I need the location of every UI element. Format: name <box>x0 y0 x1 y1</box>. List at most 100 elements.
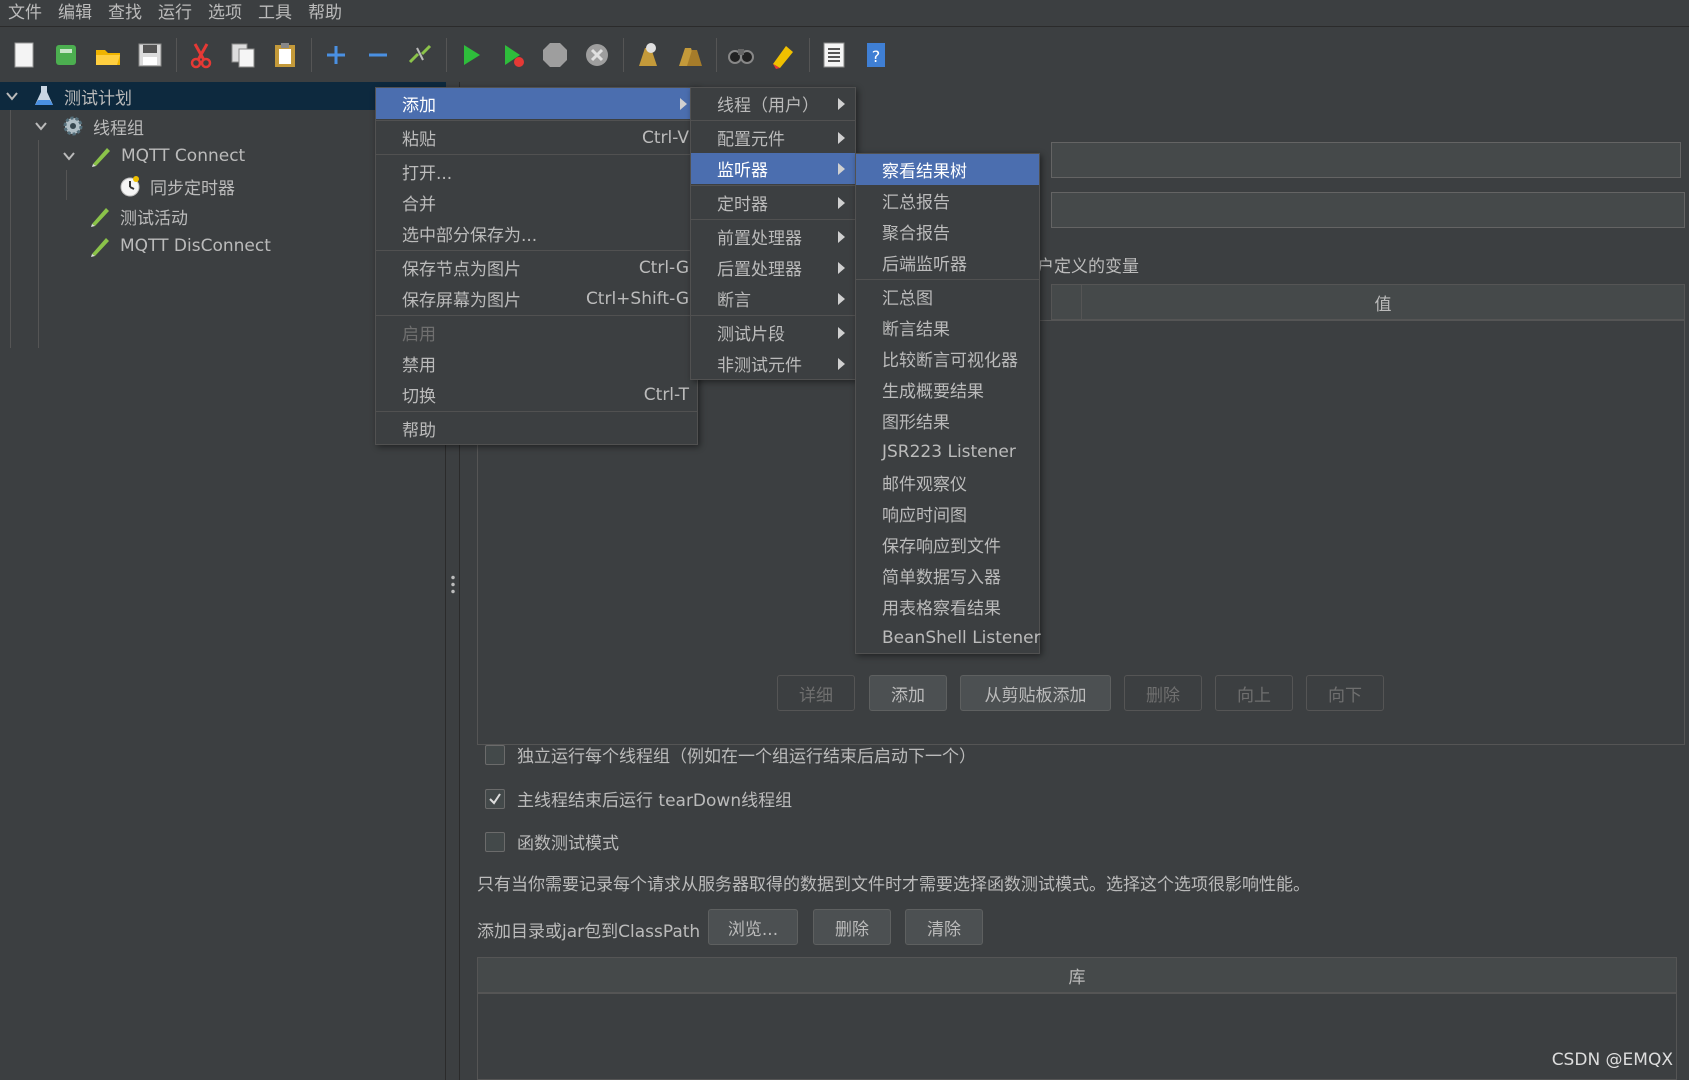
templates-icon[interactable] <box>48 37 84 73</box>
copy-icon[interactable] <box>225 37 261 73</box>
menu-options[interactable]: 选项 <box>200 0 250 27</box>
submenu-item-non-test-element[interactable]: 非测试元件 <box>691 348 855 379</box>
listener-item-assertion-results[interactable]: 断言结果 <box>856 312 1039 343</box>
browse-button[interactable]: 浏览... <box>708 909 798 945</box>
svg-text:?: ? <box>872 47 881 66</box>
chevron-down-icon[interactable] <box>4 88 20 104</box>
clear-all-icon[interactable] <box>672 37 708 73</box>
collapse-icon[interactable] <box>360 37 396 73</box>
submenu-item-config-element[interactable]: 配置元件 <box>691 122 855 153</box>
delete-button[interactable]: 删除 <box>1124 675 1202 711</box>
menu-edit[interactable]: 编辑 <box>50 0 100 27</box>
menu-tools[interactable]: 工具 <box>250 0 300 27</box>
submenu-item-pre-processor[interactable]: 前置处理器 <box>691 221 855 252</box>
tree-item-mqtt-disconnect[interactable]: MQTT DisConnect <box>88 232 271 260</box>
listener-item-view-results-tree[interactable]: 察看结果树 <box>856 154 1039 185</box>
classpath-delete-button[interactable]: 删除 <box>813 909 891 945</box>
submenu-arrow-icon <box>838 357 845 370</box>
move-down-button[interactable]: 向下 <box>1306 675 1384 711</box>
paste-icon[interactable] <box>267 37 303 73</box>
listener-item-simple-data-writer[interactable]: 简单数据写入器 <box>856 560 1039 591</box>
menu-item-save-selection[interactable]: 选中部分保存为... <box>376 218 697 249</box>
menu-item-help[interactable]: 帮助 <box>376 413 697 444</box>
serialize-thread-groups-option[interactable]: 独立运行每个线程组（例如在一个组运行结束后启动下一个） <box>485 742 976 767</box>
menu-item-disable[interactable]: 禁用 <box>376 348 697 379</box>
submenu-item-timer[interactable]: 定时器 <box>691 187 855 218</box>
tree-item-sync-timer[interactable]: 同步定时器 <box>118 172 235 200</box>
menu-search[interactable]: 查找 <box>100 0 150 27</box>
listener-item-summary-report[interactable]: 汇总报告 <box>856 185 1039 216</box>
menu-run[interactable]: 运行 <box>150 0 200 27</box>
menu-item-label: 后置处理器 <box>717 260 802 280</box>
functional-mode-option[interactable]: 函数测试模式 <box>485 829 619 854</box>
listener-item-view-results-table[interactable]: 用表格察看结果 <box>856 591 1039 622</box>
listener-item-mailer[interactable]: 邮件观察仪 <box>856 467 1039 498</box>
reset-search-icon[interactable] <box>765 37 801 73</box>
listener-item-response-time-graph[interactable]: 响应时间图 <box>856 498 1039 529</box>
listener-item-beanshell[interactable]: BeanShell Listener <box>856 622 1041 653</box>
listener-item-generate-summary[interactable]: 生成概要结果 <box>856 374 1039 405</box>
listener-item-comparison-visualizer[interactable]: 比较断言可视化器 <box>856 343 1039 374</box>
open-icon[interactable] <box>90 37 126 73</box>
listener-item-aggregate-graph[interactable]: 汇总图 <box>856 281 1039 312</box>
comment-field[interactable] <box>1051 192 1685 228</box>
submenu-item-threads[interactable]: 线程（用户） <box>691 88 855 119</box>
help-icon[interactable]: ? <box>858 37 894 73</box>
functional-mode-checkbox[interactable] <box>485 831 505 852</box>
start-no-pause-icon[interactable] <box>495 37 531 73</box>
submenu-arrow-icon <box>838 292 845 305</box>
add-from-clipboard-button[interactable]: 从剪贴板添加 <box>960 675 1111 711</box>
expand-icon[interactable] <box>318 37 354 73</box>
listener-item-aggregate-report[interactable]: 聚合报告 <box>856 216 1039 247</box>
menu-item-merge[interactable]: 合并 <box>376 187 697 218</box>
classpath-clear-button[interactable]: 清除 <box>905 909 983 945</box>
shutdown-icon[interactable] <box>579 37 615 73</box>
library-table[interactable] <box>477 993 1677 1080</box>
tree-item-mqtt-connect[interactable]: MQTT Connect <box>61 142 245 170</box>
start-icon[interactable] <box>453 37 489 73</box>
submenu-item-test-fragment[interactable]: 测试片段 <box>691 317 855 348</box>
tree-item-thread-group[interactable]: 线程组 <box>33 112 144 140</box>
menu-item-label: 后端监听器 <box>882 255 967 275</box>
tree-item-label: 同步定时器 <box>150 178 235 199</box>
listener-item-jsr223[interactable]: JSR223 Listener <box>856 436 1039 467</box>
menu-item-label: 前置处理器 <box>717 229 802 249</box>
submenu-item-post-processor[interactable]: 后置处理器 <box>691 252 855 283</box>
cut-icon[interactable] <box>183 37 219 73</box>
teardown-option[interactable]: 主线程结束后运行 tearDown线程组 <box>485 786 792 811</box>
submenu-item-listener[interactable]: 监听器 <box>691 153 855 184</box>
move-up-button[interactable]: 向上 <box>1215 675 1293 711</box>
menu-item-toggle[interactable]: 切换 Ctrl-T <box>376 379 697 410</box>
teardown-checkbox[interactable] <box>485 788 505 809</box>
toggle-icon[interactable] <box>402 37 438 73</box>
name-field[interactable] <box>1051 142 1681 178</box>
timer-icon <box>120 176 140 197</box>
listener-item-graph-results[interactable]: 图形结果 <box>856 405 1039 436</box>
menu-item-save-node-image[interactable]: 保存节点为图片 Ctrl-G <box>376 252 697 283</box>
clear-icon[interactable] <box>630 37 666 73</box>
function-helper-icon[interactable] <box>816 37 852 73</box>
menu-item-save-screen-image[interactable]: 保存屏幕为图片 Ctrl+Shift-G <box>376 283 697 314</box>
menu-item-enable[interactable]: 启用 <box>376 317 697 348</box>
menu-file[interactable]: 文件 <box>0 0 50 27</box>
splitter-handle-icon[interactable] <box>451 574 455 594</box>
listener-item-backend-listener[interactable]: 后端监听器 <box>856 247 1039 278</box>
menu-item-label: 比较断言可视化器 <box>882 351 1018 371</box>
save-icon[interactable] <box>132 37 168 73</box>
library-header: 库 <box>477 957 1677 993</box>
chevron-down-icon[interactable] <box>61 148 77 164</box>
serialize-checkbox[interactable] <box>485 744 505 765</box>
menu-item-open[interactable]: 打开... <box>376 156 697 187</box>
menu-item-add[interactable]: 添加 <box>376 88 697 119</box>
menu-help[interactable]: 帮助 <box>300 0 350 27</box>
search-icon[interactable] <box>723 37 759 73</box>
add-button[interactable]: 添加 <box>869 675 947 711</box>
chevron-down-icon[interactable] <box>33 118 49 134</box>
stop-icon[interactable] <box>537 37 573 73</box>
tree-item-test-activity[interactable]: 测试活动 <box>88 202 188 230</box>
menu-item-paste[interactable]: 粘贴 Ctrl-V <box>376 122 697 153</box>
listener-item-save-responses[interactable]: 保存响应到文件 <box>856 529 1039 560</box>
detail-button[interactable]: 详细 <box>777 675 855 711</box>
submenu-item-assertion[interactable]: 断言 <box>691 283 855 314</box>
new-icon[interactable] <box>6 37 42 73</box>
